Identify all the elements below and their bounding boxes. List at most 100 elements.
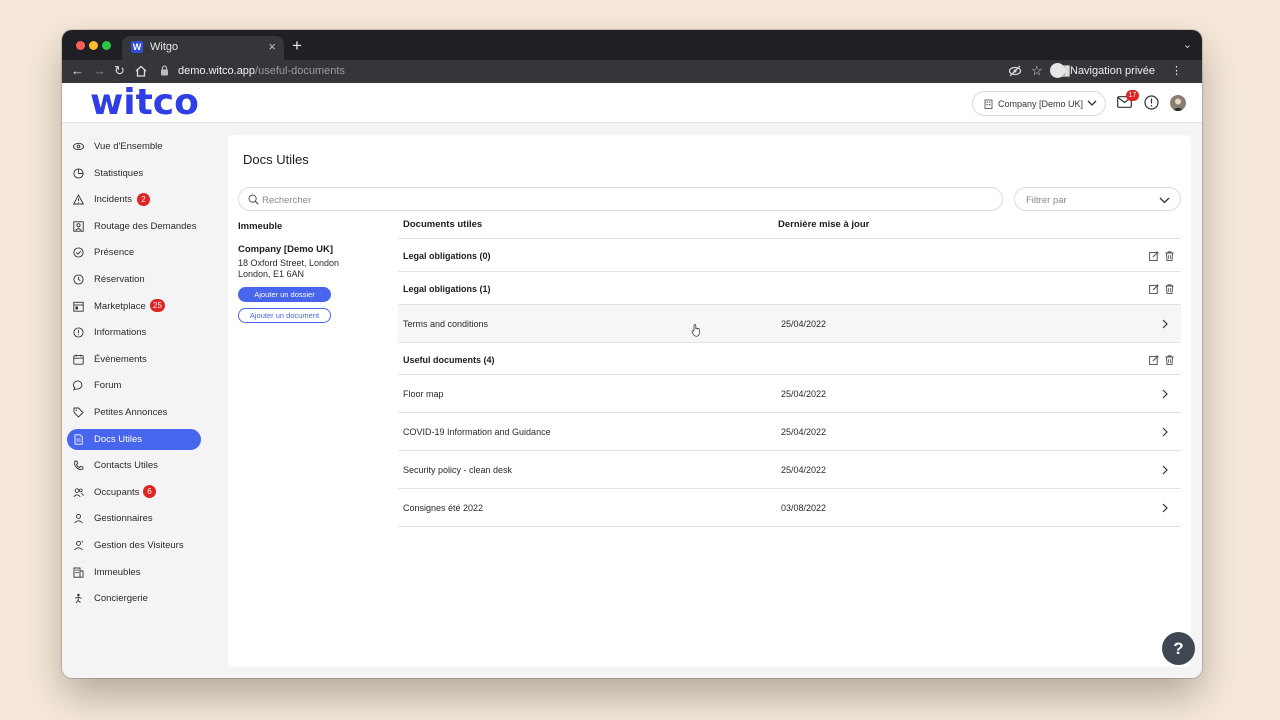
document-row[interactable]: Floor map 25/04/2022 xyxy=(398,374,1181,412)
page-title: Docs Utiles xyxy=(243,152,309,167)
company-selector-value: Company [Demo UK] xyxy=(998,99,1084,109)
sidebar-item-gestion-visiteurs[interactable]: Gestion des Visiteurs xyxy=(62,532,222,559)
sidebar-item-incidents[interactable]: Incidents 2 xyxy=(62,186,222,213)
chevron-down-icon xyxy=(1087,100,1097,106)
back-arrow-icon[interactable]: ← xyxy=(71,63,84,79)
info-icon[interactable] xyxy=(1144,95,1159,110)
sidebar-nav: Vue d'Ensemble Statistiques Incidents 2 … xyxy=(62,133,222,612)
document-date: 03/08/2022 xyxy=(781,503,827,513)
trash-icon[interactable] xyxy=(1165,284,1174,294)
phone-icon xyxy=(74,460,84,471)
incidents-count-badge: 2 xyxy=(137,192,150,206)
bookmark-star-icon[interactable]: ☆ xyxy=(1031,63,1043,79)
document-row[interactable]: Security policy - clean desk 25/04/2022 xyxy=(398,450,1181,488)
search-placeholder: Rechercher xyxy=(262,195,312,206)
forward-arrow-icon[interactable]: → xyxy=(93,63,106,79)
new-tab-button[interactable]: + xyxy=(292,37,302,54)
browser-tab[interactable]: W Witgo × xyxy=(122,36,284,60)
incognito-icon xyxy=(1050,62,1065,78)
sidebar-item-immeubles[interactable]: Immeubles xyxy=(62,559,222,586)
user-icon xyxy=(74,514,83,524)
chevron-right-icon[interactable] xyxy=(1161,389,1169,399)
sidebar-item-label: Conciergerie xyxy=(94,593,148,605)
trash-icon[interactable] xyxy=(1165,355,1174,365)
trash-icon[interactable] xyxy=(1165,251,1174,261)
witco-favicon-icon: W xyxy=(131,41,143,53)
tab-search-chevron-icon[interactable]: ⌄ xyxy=(1183,38,1192,51)
sidebar-item-label: Réservation xyxy=(94,273,145,285)
calendar-icon xyxy=(73,354,84,365)
chevron-down-icon xyxy=(1159,197,1170,204)
chevron-right-icon[interactable] xyxy=(1161,503,1169,513)
filter-dropdown[interactable]: Filtrer par xyxy=(1014,187,1181,211)
search-input[interactable]: Rechercher xyxy=(238,187,1003,211)
sidebar-item-routage[interactable]: Routage des Demandes xyxy=(62,213,222,240)
document-date: 25/04/2022 xyxy=(781,465,827,475)
tab-strip: W Witgo × + ⌄ xyxy=(62,30,1202,60)
user-avatar[interactable] xyxy=(1170,95,1186,111)
sidebar-item-label: Petites Annonces xyxy=(94,406,168,418)
tag-icon xyxy=(73,407,84,418)
incognito-profile[interactable]: Navigation privée ⋮ xyxy=(1050,62,1182,80)
add-folder-button[interactable]: Ajouter un dossier xyxy=(238,287,331,302)
sidebar-item-docs-utiles[interactable]: Docs Utiles xyxy=(62,426,222,453)
document-row[interactable]: COVID-19 Information and Guidance 25/04/… xyxy=(398,412,1181,450)
sidebar-item-contacts-utiles[interactable]: Contacts Utiles xyxy=(62,452,222,479)
document-name: COVID-19 Information and Guidance xyxy=(403,427,551,437)
document-icon xyxy=(74,433,83,445)
chevron-right-icon[interactable] xyxy=(1161,427,1169,437)
store-icon xyxy=(73,301,84,312)
sidebar-item-informations[interactable]: Informations xyxy=(62,319,222,346)
sidebar-item-label: Marketplace xyxy=(94,300,146,312)
edit-icon[interactable] xyxy=(1149,355,1159,365)
document-name: Consignes été 2022 xyxy=(403,503,484,513)
document-name: Security policy - clean desk xyxy=(403,465,513,475)
sidebar-item-petites-annonces[interactable]: Petites Annonces xyxy=(62,399,222,426)
column-header-building: Immeuble xyxy=(238,221,283,232)
sidebar-item-label: Contacts Utiles xyxy=(94,460,158,472)
maximize-window-button[interactable] xyxy=(102,41,111,50)
eye-off-icon[interactable] xyxy=(1008,64,1022,78)
sidebar-item-statistiques[interactable]: Statistiques xyxy=(62,160,222,187)
sidebar-item-occupants[interactable]: Occupants 6 xyxy=(62,479,222,506)
home-icon[interactable] xyxy=(134,64,148,78)
document-row[interactable]: Consignes été 2022 03/08/2022 xyxy=(398,488,1181,526)
tab-title: Witgo xyxy=(150,41,179,53)
sidebar-item-marketplace[interactable]: Marketplace 25 xyxy=(62,293,222,320)
sidebar-item-vue-ensemble[interactable]: Vue d'Ensemble xyxy=(62,133,222,160)
sidebar-item-presence[interactable]: Présence xyxy=(62,239,222,266)
minimize-window-button[interactable] xyxy=(89,41,98,50)
edit-icon[interactable] xyxy=(1149,284,1159,294)
sidebar-item-label: Gestionnaires xyxy=(94,513,153,525)
info-circle-icon xyxy=(73,327,84,338)
document-row[interactable]: Terms and conditions 25/04/2022 xyxy=(398,304,1181,342)
document-name: Terms and conditions xyxy=(403,319,489,329)
add-document-button[interactable]: Ajouter un document xyxy=(238,308,331,323)
chevron-right-icon[interactable] xyxy=(1161,465,1169,475)
kebab-menu-icon[interactable]: ⋮ xyxy=(1171,65,1182,77)
company-selector[interactable]: Company [Demo UK] xyxy=(972,91,1106,116)
address-bar[interactable]: demo.witco.app/useful-documents xyxy=(178,64,345,79)
browser-toolbar: ← → ↻ demo.witco.app/useful-documents ☆ … xyxy=(62,60,1202,83)
witco-logo[interactable]: witco xyxy=(90,83,199,123)
sidebar-item-label: Gestion des Visiteurs xyxy=(94,539,184,551)
tab-close-icon[interactable]: × xyxy=(268,39,276,54)
sidebar-item-conciergerie[interactable]: Conciergerie xyxy=(62,585,222,612)
folder-row: Legal obligations (0) xyxy=(398,238,1181,271)
sidebar-item-reservation[interactable]: Réservation xyxy=(62,266,222,293)
lock-icon[interactable] xyxy=(160,65,169,76)
warning-icon xyxy=(73,194,84,205)
reload-icon[interactable]: ↻ xyxy=(114,63,125,79)
close-window-button[interactable] xyxy=(76,41,85,50)
url-path: /useful-documents xyxy=(255,65,345,77)
user-square-icon xyxy=(73,221,84,232)
sidebar-item-gestionnaires[interactable]: Gestionnaires xyxy=(62,505,222,532)
main-panel: Docs Utiles Rechercher Filtrer par Immeu… xyxy=(228,135,1191,667)
edit-icon[interactable] xyxy=(1149,251,1159,261)
incognito-label: Navigation privée xyxy=(1070,65,1155,77)
chevron-right-icon[interactable] xyxy=(1161,319,1169,329)
sidebar-item-evenements[interactable]: Évènements xyxy=(62,346,222,373)
sidebar-item-forum[interactable]: Forum xyxy=(62,372,222,399)
help-button[interactable]: ? xyxy=(1162,632,1195,665)
building-address-line2: London, E1 6AN xyxy=(238,269,305,279)
